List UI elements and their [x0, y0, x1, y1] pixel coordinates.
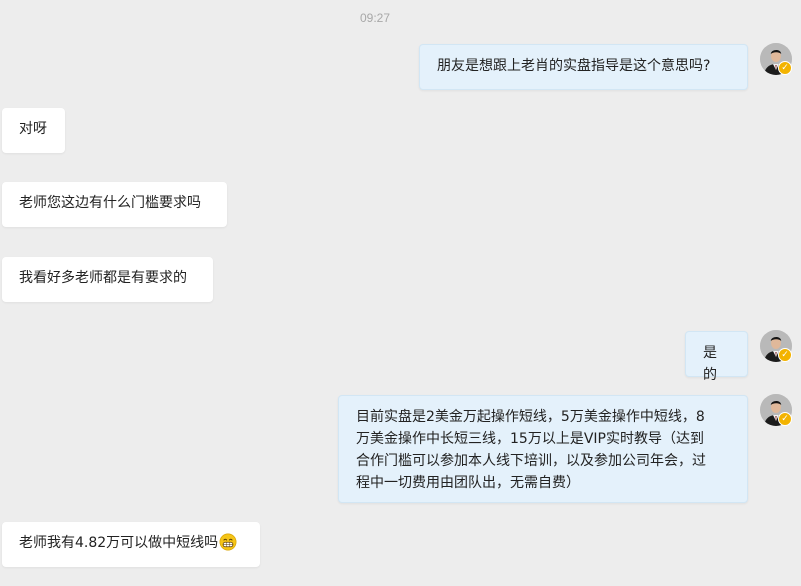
message-bubble-received[interactable]: 对呀 [2, 108, 65, 153]
message-text: 老师我有4.82万可以做中短线吗 [19, 535, 219, 551]
message-line: 合作门槛可以参加本人线下培训，以及参加公司年会，过 [356, 453, 706, 469]
message-text: 对呀 [19, 121, 47, 137]
message-bubble-sent[interactable]: 朋友是想跟上老肖的实盘指导是这个意思吗? [419, 44, 748, 90]
timestamp: 09:27 [359, 11, 391, 25]
message-text: 我看好多老师都是有要求的 [19, 270, 187, 286]
message-bubble-received[interactable]: 老师您这边有什么门槛要求吗 [2, 182, 227, 227]
message-line: 万美金操作中长短三线，15万以上是VIP实时教导（达到 [356, 431, 704, 447]
grinning-face-emoji [219, 533, 237, 551]
message-line: 目前实盘是2美金万起操作短线，5万美金操作中短线，8 [356, 409, 705, 425]
message-text: 老师您这边有什么门槛要求吗 [19, 195, 201, 211]
message-line: 程中一切费用由团队出，无需自费） [356, 475, 580, 491]
message-text: 朋友是想跟上老肖的实盘指导是这个意思吗? [437, 58, 711, 74]
verified-check-icon: ✓ [778, 412, 792, 426]
verified-check-icon: ✓ [778, 61, 792, 75]
message-bubble-sent[interactable]: 是的 [685, 331, 748, 383]
message-bubble-received[interactable]: 我看好多老师都是有要求的 [2, 257, 213, 302]
message-bubble-sent[interactable]: 目前实盘是2美金万起操作短线，5万美金操作中短线，8 万美金操作中长短三线，15… [338, 395, 748, 503]
verified-check-icon: ✓ [778, 348, 792, 362]
message-text: 是的 [703, 345, 717, 383]
message-bubble-received[interactable]: 老师我有4.82万可以做中短线吗 [2, 522, 260, 567]
